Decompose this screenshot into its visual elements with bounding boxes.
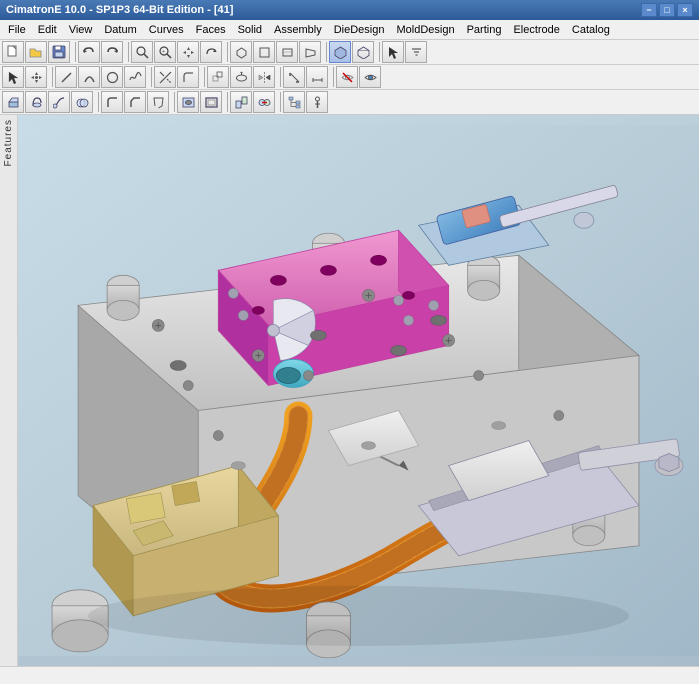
sep-3	[224, 42, 228, 62]
draft-button[interactable]	[147, 91, 169, 113]
arc-button[interactable]	[78, 66, 100, 88]
chamfer-button[interactable]	[124, 91, 146, 113]
undo-button[interactable]	[78, 41, 100, 63]
circle-button[interactable]	[101, 66, 123, 88]
menu-parting[interactable]: Parting	[461, 22, 508, 38]
wireframe-button[interactable]	[352, 41, 374, 63]
sep-2	[125, 42, 129, 62]
close-button[interactable]: ×	[677, 3, 693, 17]
menubar: File Edit View Datum Curves Faces Solid …	[0, 20, 699, 40]
sep-4	[323, 42, 327, 62]
sep-11	[95, 92, 99, 112]
viewport[interactable]	[18, 115, 699, 666]
hide-button[interactable]	[336, 66, 358, 88]
menu-view[interactable]: View	[63, 22, 99, 38]
translate-button[interactable]	[207, 66, 229, 88]
menu-diedesign[interactable]: DieDesign	[328, 22, 391, 38]
sweep-button[interactable]	[48, 91, 70, 113]
top-view-button[interactable]	[276, 41, 298, 63]
isometric-view-button[interactable]	[230, 41, 252, 63]
dimension-button[interactable]	[306, 66, 328, 88]
menu-datum[interactable]: Datum	[98, 22, 142, 38]
menu-assembly[interactable]: Assembly	[268, 22, 328, 38]
menu-solid[interactable]: Solid	[232, 22, 268, 38]
sep-9	[277, 67, 281, 87]
filter-button[interactable]	[405, 41, 427, 63]
menu-file[interactable]: File	[2, 22, 32, 38]
titlebar-controls: − □ ×	[641, 3, 693, 17]
model-viewport-svg	[18, 115, 699, 666]
maximize-button[interactable]: □	[659, 3, 675, 17]
move-button[interactable]	[25, 66, 47, 88]
fillet-button[interactable]	[177, 66, 199, 88]
sep-14	[277, 92, 281, 112]
pan-button[interactable]	[177, 41, 199, 63]
show-button[interactable]	[359, 66, 381, 88]
sep-13	[224, 92, 228, 112]
open-button[interactable]	[25, 41, 47, 63]
mirror-button[interactable]	[253, 66, 275, 88]
revolve-button[interactable]	[25, 91, 47, 113]
toolbar-row-3	[0, 90, 699, 115]
sep-7	[148, 67, 152, 87]
line-button[interactable]	[55, 66, 77, 88]
extrude-button[interactable]	[2, 91, 24, 113]
right-view-button[interactable]	[299, 41, 321, 63]
main-area: Features	[0, 115, 699, 666]
titlebar: CimatronE 10.0 - SP1P3 64-Bit Edition - …	[0, 0, 699, 20]
menu-electrode[interactable]: Electrode	[507, 22, 565, 38]
new-button[interactable]	[2, 41, 24, 63]
statusbar	[0, 666, 699, 684]
select-button[interactable]	[382, 41, 404, 63]
pointer-button[interactable]	[2, 66, 24, 88]
minimize-button[interactable]: −	[641, 3, 657, 17]
app-title: CimatronE 10.0 - SP1P3 64-Bit Edition - …	[6, 4, 233, 16]
boolean-button[interactable]	[71, 91, 93, 113]
sep-5	[376, 42, 380, 62]
trim-button[interactable]	[154, 66, 176, 88]
sep-1	[72, 42, 76, 62]
toolbar-row-1: +	[0, 40, 699, 65]
svg-text:+: +	[162, 49, 165, 55]
menu-catalog[interactable]: Catalog	[566, 22, 616, 38]
redo-button[interactable]	[101, 41, 123, 63]
zoom-window-button[interactable]	[131, 41, 153, 63]
sep-10	[330, 67, 334, 87]
measure-button[interactable]	[283, 66, 305, 88]
menu-curves[interactable]: Curves	[143, 22, 190, 38]
properties-button[interactable]	[306, 91, 328, 113]
rotate-3d-button[interactable]	[230, 66, 252, 88]
features-label: Features	[3, 119, 14, 166]
constraint-button[interactable]	[253, 91, 275, 113]
shell-button[interactable]	[200, 91, 222, 113]
menu-faces[interactable]: Faces	[190, 22, 232, 38]
sep-8	[201, 67, 205, 87]
menu-edit[interactable]: Edit	[32, 22, 63, 38]
save-button[interactable]	[48, 41, 70, 63]
assembly-button[interactable]	[230, 91, 252, 113]
front-view-button[interactable]	[253, 41, 275, 63]
toolbar-row-2	[0, 65, 699, 90]
shaded-view-button[interactable]	[329, 41, 351, 63]
menu-molddesign[interactable]: MoldDesign	[390, 22, 460, 38]
sep-6	[49, 67, 53, 87]
fillet-3d-button[interactable]	[101, 91, 123, 113]
sep-12	[171, 92, 175, 112]
zoom-all-button[interactable]: +	[154, 41, 176, 63]
hole-button[interactable]	[177, 91, 199, 113]
spline-button[interactable]	[124, 66, 146, 88]
features-panel: Features	[0, 115, 18, 666]
feature-tree-button[interactable]	[283, 91, 305, 113]
rotate-button[interactable]	[200, 41, 222, 63]
